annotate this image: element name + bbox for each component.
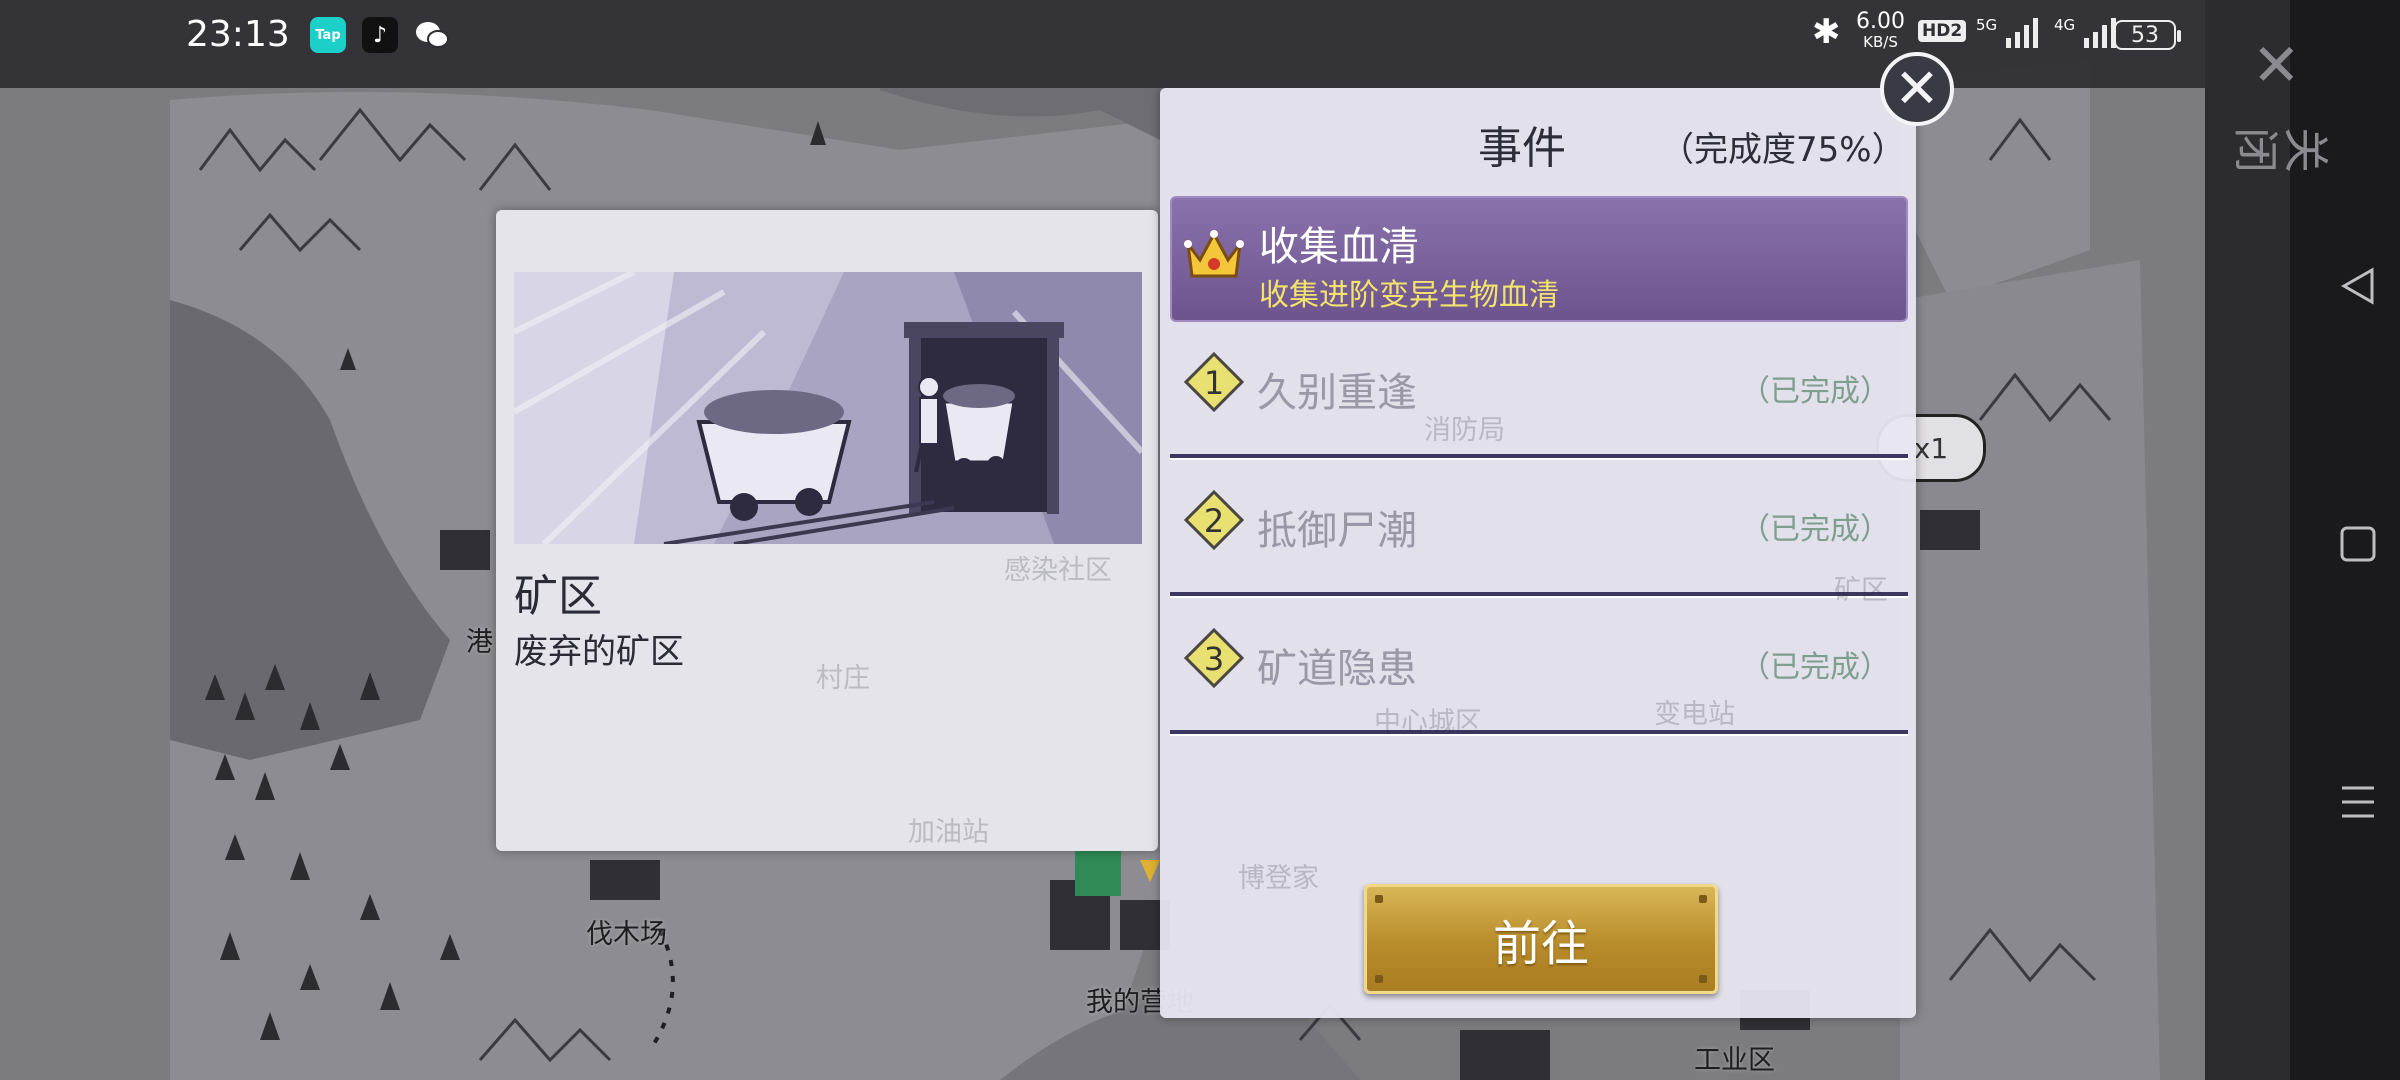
event-progress: （完成度75%） bbox=[1660, 130, 1906, 170]
event-active-name: 收集血清 bbox=[1259, 224, 1419, 270]
event-name: 矿道隐患 bbox=[1257, 646, 1417, 692]
tap-app-icon: Tap bbox=[310, 17, 346, 53]
event-row[interactable]: 3 矿道隐患 （已完成） bbox=[1170, 600, 1908, 734]
event-row[interactable]: 2 抵御尸潮 （已完成） bbox=[1170, 462, 1908, 596]
map-label-infected-community: 感染社区 bbox=[1004, 555, 1112, 586]
tiktok-app-icon: ♪ bbox=[362, 17, 398, 53]
rivet-decoration bbox=[1699, 895, 1707, 903]
map-label-lumberyard[interactable]: 伐木场 bbox=[586, 912, 667, 951]
event-panel-title: 事件 bbox=[1478, 123, 1566, 174]
event-active-subtitle: 收集进阶变异生物血清 bbox=[1259, 278, 1559, 313]
close-x-icon[interactable]: ✕ bbox=[2252, 36, 2301, 94]
event-number: 1 bbox=[1203, 364, 1225, 402]
home-square-icon[interactable] bbox=[2338, 524, 2378, 568]
map-label-fire-station: 消防局 bbox=[1424, 415, 1505, 446]
location-description: 废弃的矿区 bbox=[514, 632, 684, 672]
hd-badge: HD2 bbox=[1918, 20, 1967, 42]
close-panel-button[interactable]: ✕ bbox=[1880, 52, 1954, 126]
row-divider bbox=[1170, 592, 1908, 596]
row-divider bbox=[1170, 454, 1908, 458]
status-time: 23:13 bbox=[186, 14, 290, 55]
battery-indicator: 53 bbox=[2114, 20, 2181, 50]
rivet-decoration bbox=[1375, 895, 1383, 903]
map-label-port[interactable]: 港 bbox=[466, 620, 493, 659]
map-label-doctor-home: 博登家 bbox=[1238, 863, 1319, 894]
map-label-mine-zone: 矿区 bbox=[1834, 575, 1888, 606]
menu-lines-icon[interactable] bbox=[2338, 782, 2378, 826]
bluetooth-icon: ✱ bbox=[1812, 12, 1841, 52]
row-divider bbox=[1170, 730, 1908, 734]
map-label-power-station: 变电站 bbox=[1654, 699, 1735, 730]
event-status: （已完成） bbox=[1740, 374, 1890, 409]
mine-illustration bbox=[514, 272, 1142, 544]
close-icon: ✕ bbox=[1894, 57, 1940, 120]
map-label-industrial[interactable]: 工业区 bbox=[1694, 1038, 1775, 1077]
location-panel: 矿区 废弃的矿区 bbox=[496, 210, 1158, 851]
crown-icon bbox=[1184, 230, 1244, 278]
rivet-decoration bbox=[1699, 975, 1707, 983]
goto-button-label: 前往 bbox=[1492, 916, 1589, 972]
event-name: 抵御尸潮 bbox=[1257, 508, 1417, 554]
map-label-gas-station: 加油站 bbox=[908, 817, 989, 848]
signal-4g-icon: 4G bbox=[2054, 16, 2120, 48]
event-name: 久别重逢 bbox=[1257, 370, 1417, 416]
net-speed: 6.00 KB/S bbox=[1856, 9, 1905, 52]
event-status: （已完成） bbox=[1740, 650, 1890, 685]
signal-5g-icon: 5G bbox=[1976, 16, 2042, 48]
status-bar: 23:13 Tap ♪ ✱ 6.00 KB/S HD2 5G 4G 53 bbox=[0, 0, 2205, 88]
event-row[interactable]: 1 久别重逢 （已完成） bbox=[1170, 324, 1908, 458]
goto-button[interactable]: 前往 bbox=[1364, 884, 1718, 994]
back-triangle-icon[interactable] bbox=[2338, 266, 2378, 310]
rivet-decoration bbox=[1375, 975, 1383, 983]
map-label-village: 村庄 bbox=[816, 663, 870, 694]
close-label[interactable]: 关闭 bbox=[2230, 120, 2330, 180]
wechat-app-icon bbox=[414, 17, 450, 53]
event-number: 3 bbox=[1203, 640, 1225, 678]
event-active-row[interactable]: 收集血清 收集进阶变异生物血清 bbox=[1170, 196, 1908, 322]
event-number: 2 bbox=[1203, 502, 1225, 540]
map-label-city-center: 中心城区 bbox=[1374, 707, 1482, 738]
location-title: 矿区 bbox=[514, 571, 602, 622]
event-status: （已完成） bbox=[1740, 512, 1890, 547]
